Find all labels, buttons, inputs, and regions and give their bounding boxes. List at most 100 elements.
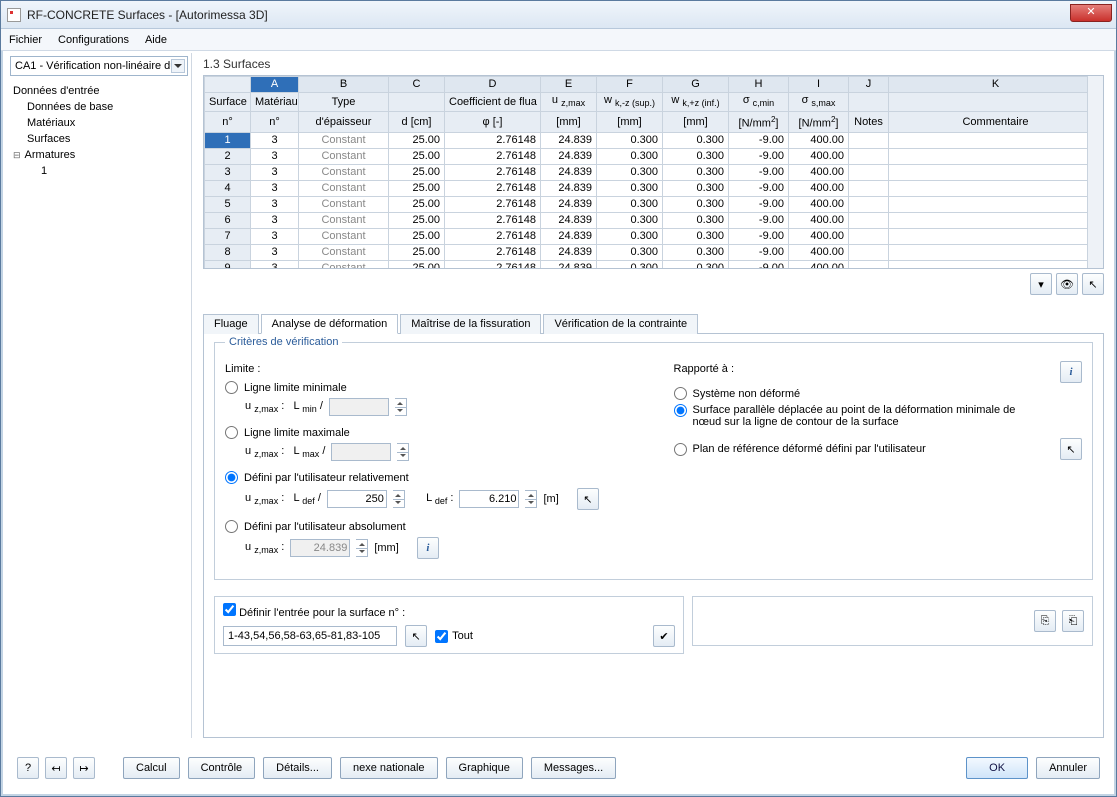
radio-surface-parallele[interactable] [674,404,687,417]
ldef-ratio-spinner[interactable] [393,490,405,508]
filter-button[interactable]: ▾ [1030,273,1052,295]
footer: ? ↤ ↦ Calcul Contrôle Détails... nexe na… [7,746,1110,790]
radio-ligne-max[interactable] [225,426,238,439]
tree-donnees-base[interactable]: Données de base [13,99,185,115]
col-G[interactable]: G [663,77,729,93]
window-title: RF-CONCRETE Surfaces - [Autorimessa 3D] [27,8,268,22]
limite-label: Limite : [225,363,634,375]
annuler-button[interactable]: Annuler [1036,757,1100,779]
col-D[interactable]: D [445,77,541,93]
nav-tree: Données d'entrée Données de base Matéria… [7,79,191,183]
tree-materiaux[interactable]: Matériaux [13,115,185,131]
tab-fluage[interactable]: Fluage [203,314,259,334]
view-button[interactable]: 👁 [1056,273,1078,295]
table-row[interactable]: 13Constant25.002.7614824.8390.3000.300-9… [205,132,1103,148]
uzmax-abs-input: 24.839 [290,539,350,557]
limite-column: Limite : Ligne limite minimale u z,max :… [225,361,634,569]
table-scrollbar[interactable] [1087,76,1103,268]
lmin-spinner [395,398,407,416]
table-row[interactable]: 33Constant25.002.7614824.8390.3000.300-9… [205,164,1103,180]
col-I[interactable]: I [789,77,849,93]
table-letter-row: A B C D E F G H I J K [205,77,1103,93]
case-combo[interactable]: CA1 - Vérification non-linéaire du [10,56,188,76]
paste-button[interactable]: ⎗ [1062,610,1084,632]
info-rapporte-button[interactable]: i [1060,361,1082,383]
lmin-input [329,398,389,416]
titlebar: RF-CONCRETE Surfaces - [Autorimessa 3D] … [1,1,1116,29]
tree-surfaces[interactable]: Surfaces [13,131,185,147]
help-button[interactable]: ? [17,757,39,779]
col-C[interactable]: C [389,77,445,93]
tree-armatures-1[interactable]: 1 [13,163,185,179]
next-page-button[interactable]: ↦ [73,757,95,779]
radio-user-relative[interactable] [225,471,238,484]
table-row[interactable]: 43Constant25.002.7614824.8390.3000.300-9… [205,180,1103,196]
pick-surfaces-button[interactable]: ↖ [405,625,427,647]
tab-body: Critères de vérification Limite : Ligne … [203,334,1104,738]
define-entry-check[interactable] [223,603,236,616]
tab-maitrise-fissuration[interactable]: Maîtrise de la fissuration [400,314,541,334]
table-row[interactable]: 83Constant25.002.7614824.8390.3000.300-9… [205,244,1103,260]
col-F[interactable]: F [597,77,663,93]
uzmax-abs-spinner [356,539,368,557]
group-legend: Critères de vérification [225,336,342,348]
window: RF-CONCRETE Surfaces - [Autorimessa 3D] … [0,0,1117,797]
table-row[interactable]: 53Constant25.002.7614824.8390.3000.300-9… [205,196,1103,212]
content-area: 1.3 Surfaces A B C D [197,53,1110,738]
col-J[interactable]: J [849,77,889,93]
tree-root[interactable]: Données d'entrée [13,83,185,99]
info-abs-button[interactable]: i [417,537,439,559]
details-button[interactable]: Détails... [263,757,332,779]
surfaces-table: A B C D E F G H I J K [203,75,1104,269]
pick-button[interactable]: ↖ [1082,273,1104,295]
tab-verification-contrainte[interactable]: Vérification de la contrainte [543,314,698,334]
col-E[interactable]: E [541,77,597,93]
tabs: Fluage Analyse de déformation Maîtrise d… [203,313,1104,738]
tout-check[interactable] [435,630,448,643]
lmax-spinner [397,443,409,461]
menu-help[interactable]: Aide [145,34,167,46]
table-head2: n° n° d'épaisseur d [cm] φ [-] [mm] [mm]… [205,112,1103,133]
client-area: CA1 - Vérification non-linéaire du Donné… [7,53,1110,790]
left-panel: CA1 - Vérification non-linéaire du Donné… [7,53,192,738]
nexe-button[interactable]: nexe nationale [340,757,438,779]
surface-range-input[interactable]: 1-43,54,56,58-63,65-81,83-105 [223,626,397,646]
ldef-value-input[interactable]: 6.210 [459,490,519,508]
tree-armatures[interactable]: Armatures [13,147,185,163]
graphique-button[interactable]: Graphique [446,757,523,779]
apply-check-button[interactable]: ✔ [653,625,675,647]
section-heading: 1.3 Surfaces [197,53,1110,75]
lmax-input [331,443,391,461]
side-actions-box: ⎘ ⎗ [692,596,1093,646]
case-combo-value: CA1 - Vérification non-linéaire du [15,60,176,72]
menubar: Fichier Configurations Aide [1,29,1116,51]
table-row[interactable]: 23Constant25.002.7614824.8390.3000.300-9… [205,148,1103,164]
col-K[interactable]: K [889,77,1103,93]
ok-button[interactable]: OK [966,757,1028,779]
radio-ligne-min[interactable] [225,381,238,394]
table-row[interactable]: 93Constant25.002.7614824.8390.3000.300-9… [205,260,1103,269]
controle-button[interactable]: Contrôle [188,757,256,779]
messages-button[interactable]: Messages... [531,757,616,779]
radio-plan-reference[interactable] [674,443,687,456]
col-H[interactable]: H [729,77,789,93]
pick-plan-button[interactable]: ↖ [1060,438,1082,460]
chevron-down-icon[interactable] [171,59,185,73]
radio-user-absolute[interactable] [225,520,238,533]
menu-file[interactable]: Fichier [9,34,42,46]
copy-button[interactable]: ⎘ [1034,610,1056,632]
prev-page-button[interactable]: ↤ [45,757,67,779]
table-row[interactable]: 63Constant25.002.7614824.8390.3000.300-9… [205,212,1103,228]
radio-sys-non-deforme[interactable] [674,387,687,400]
pick-ldef-button[interactable]: ↖ [577,488,599,510]
tab-analyse-deformation[interactable]: Analyse de déformation [261,314,399,334]
col-A[interactable]: A [251,77,299,93]
menu-config[interactable]: Configurations [58,34,129,46]
calcul-button[interactable]: Calcul [123,757,180,779]
ldef-value-spinner[interactable] [525,490,537,508]
table-row[interactable]: 73Constant25.002.7614824.8390.3000.300-9… [205,228,1103,244]
define-entry-box: Définir l'entrée pour la surface n° : 1-… [214,596,684,654]
close-button[interactable]: ✕ [1070,4,1112,22]
ldef-ratio-input[interactable]: 250 [327,490,387,508]
col-B[interactable]: B [299,77,389,93]
